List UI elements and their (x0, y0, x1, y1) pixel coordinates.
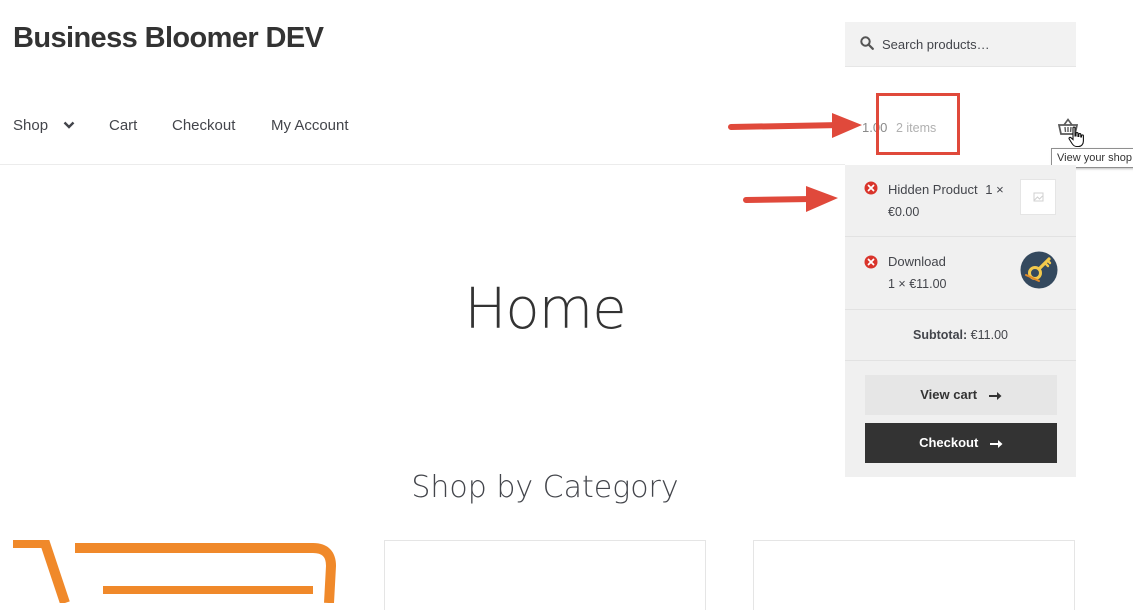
nav-item-cart[interactable]: Cart (109, 117, 137, 134)
search-input[interactable]: Search products… (882, 37, 990, 52)
nav-item-my-account[interactable]: My Account (271, 117, 349, 134)
nav-item-checkout[interactable]: Checkout (172, 117, 235, 134)
checkout-button[interactable]: Checkout (865, 423, 1057, 463)
checkout-label: Checkout (919, 435, 979, 450)
arrow-right-icon (989, 439, 1003, 448)
remove-item-icon[interactable] (864, 181, 878, 195)
mini-cart-item-price: €0.00 (888, 205, 920, 219)
annotation-highlight-box (876, 93, 960, 155)
section-heading: Shop by Category (411, 470, 679, 505)
header-divider (0, 164, 845, 165)
chevron-down-icon[interactable] (63, 120, 75, 130)
mini-cart-item: Hidden Product 1 × €0.00 (845, 165, 1076, 237)
category-card[interactable] (384, 540, 706, 610)
cart-logo-image[interactable] (13, 540, 343, 603)
pointer-hand-icon (1068, 126, 1084, 148)
remove-item-icon[interactable] (864, 255, 878, 269)
placeholder-image-icon (1033, 192, 1044, 202)
mini-cart-item-qty: 1 × (985, 182, 1004, 197)
view-cart-button[interactable]: View cart (865, 375, 1057, 415)
product-thumbnail[interactable] (1020, 179, 1056, 215)
mini-cart-item-name[interactable]: Download (888, 254, 946, 269)
category-card[interactable] (753, 540, 1075, 610)
mini-cart-item-name[interactable]: Hidden Product (888, 182, 978, 197)
nav-item-shop[interactable]: Shop (13, 117, 48, 134)
search-icon (860, 36, 874, 50)
view-cart-label: View cart (920, 387, 978, 402)
product-search[interactable]: Search products… (845, 22, 1076, 67)
page-title: Home (464, 277, 626, 342)
arrow-right-icon (988, 391, 1002, 400)
site-title[interactable]: Business Bloomer DEV (13, 22, 324, 55)
